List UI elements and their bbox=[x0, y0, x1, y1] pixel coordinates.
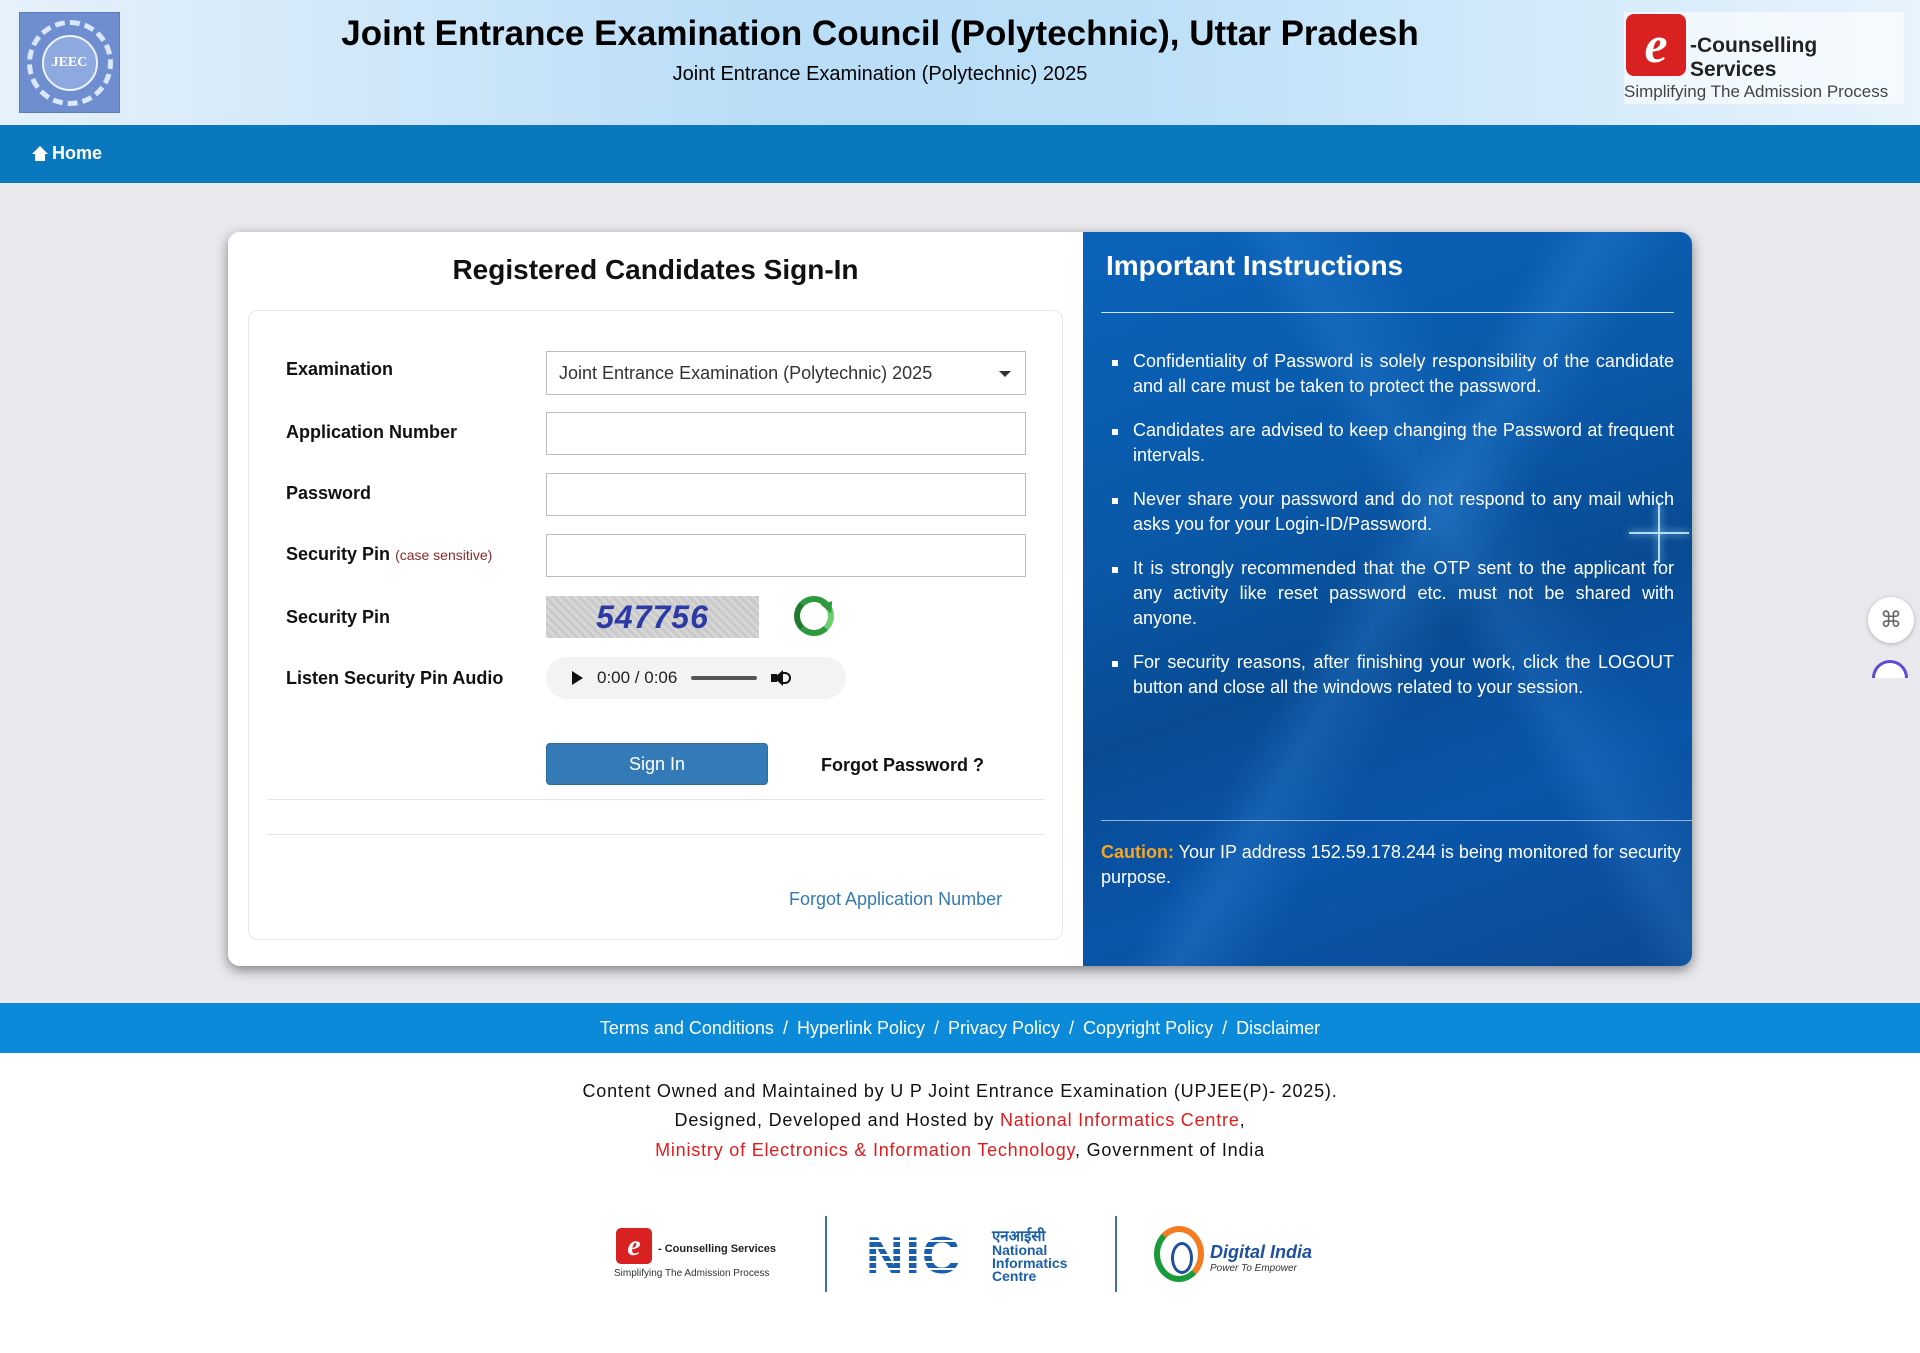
caution-notice: Caution: Your IP address 152.59.178.244 … bbox=[1101, 840, 1692, 890]
e-logo-icon: e bbox=[1626, 14, 1686, 76]
instruction-item: For security reasons, after finishing yo… bbox=[1112, 650, 1674, 700]
divider bbox=[1101, 820, 1692, 821]
privacy-policy-link[interactable]: Privacy Policy bbox=[948, 1018, 1060, 1038]
home-label: Home bbox=[52, 143, 103, 163]
application-number-label: Application Number bbox=[286, 422, 458, 442]
copyright-policy-link[interactable]: Copyright Policy bbox=[1083, 1018, 1213, 1038]
divider bbox=[825, 1216, 827, 1292]
divider bbox=[1115, 1216, 1117, 1292]
footer-e-counselling-logo[interactable]: e - Counselling Services Simplifying The… bbox=[614, 1228, 784, 1283]
signin-panel: Registered Candidates Sign-In Examinatio… bbox=[228, 232, 1083, 966]
caution-label: Caution: bbox=[1101, 842, 1174, 862]
e-logo-icon: e bbox=[616, 1228, 652, 1264]
divider bbox=[1101, 312, 1674, 313]
audio-progress-track[interactable] bbox=[691, 676, 758, 680]
security-pin-input[interactable] bbox=[546, 534, 1026, 577]
audio-pin-label: Listen Security Pin Audio bbox=[286, 668, 504, 688]
footer-nic-logo[interactable]: NIC एनआईसी National Informatics Centre bbox=[866, 1226, 1076, 1286]
password-input[interactable] bbox=[546, 473, 1026, 516]
site-title: Joint Entrance Examination Council (Poly… bbox=[341, 14, 1419, 53]
examination-label: Examination bbox=[286, 359, 394, 379]
signin-title: Registered Candidates Sign-In bbox=[452, 254, 859, 285]
examination-selected-value: Joint Entrance Examination (Polytechnic)… bbox=[559, 363, 933, 383]
forgot-application-number-link[interactable]: Forgot Application Number bbox=[789, 889, 1002, 910]
chevron-down-icon bbox=[999, 371, 1011, 377]
instruction-item: Never share your password and do not res… bbox=[1112, 487, 1674, 537]
meity-link[interactable]: Ministry of Electronics & Information Te… bbox=[655, 1140, 1075, 1160]
signin-button[interactable]: Sign In bbox=[546, 743, 768, 785]
disclaimer-link[interactable]: Disclaimer bbox=[1236, 1018, 1320, 1038]
password-label: Password bbox=[286, 483, 372, 503]
footer-design-text: Designed, Developed and Hosted by Nation… bbox=[674, 1110, 1246, 1130]
home-icon bbox=[32, 145, 48, 162]
home-link[interactable]: Home bbox=[32, 143, 102, 164]
instructions-list: Confidentiality of Password is solely re… bbox=[1112, 349, 1674, 719]
nav-bar: Home bbox=[0, 125, 1920, 183]
footer-links-bar: Terms and Conditions / Hyperlink Policy / Pr… bbox=[0, 1003, 1920, 1053]
terms-link[interactable]: Terms and Conditions bbox=[600, 1018, 774, 1038]
e-counselling-name: -Counselling Services bbox=[1690, 34, 1818, 81]
case-sensitive-note: (case sensitive) bbox=[395, 547, 493, 563]
divider bbox=[267, 799, 1044, 800]
application-number-input[interactable] bbox=[546, 412, 1026, 455]
security-pin-label: Security Pin bbox=[286, 607, 391, 627]
instruction-item: Confidentiality of Password is solely re… bbox=[1112, 349, 1674, 399]
captcha-image: 547756 bbox=[546, 596, 759, 638]
nic-link[interactable]: National Informatics Centre bbox=[1000, 1110, 1240, 1130]
hyperlink-policy-link[interactable]: Hyperlink Policy bbox=[797, 1018, 925, 1038]
site-header: JEEC Joint Entrance Examination Council … bbox=[0, 0, 1920, 125]
security-pin-input-label-text: Security Pin bbox=[286, 544, 391, 564]
footer-ownership-text: Content Owned and Maintained by U P Join… bbox=[582, 1081, 1338, 1101]
volume-icon[interactable] bbox=[771, 670, 792, 686]
audio-player: 0:00 / 0:06 bbox=[546, 657, 846, 699]
examination-select[interactable]: Joint Entrance Examination (Polytechnic)… bbox=[546, 351, 1026, 395]
instructions-title: Important Instructions bbox=[1106, 250, 1404, 281]
e-counselling-tagline: Simplifying The Admission Process bbox=[1624, 82, 1889, 101]
audio-time: 0:00 / 0:06 bbox=[597, 668, 678, 687]
signin-card: Registered Candidates Sign-In Examinatio… bbox=[228, 232, 1692, 966]
instruction-item: It is strongly recommended that the OTP … bbox=[1112, 556, 1674, 631]
footer-digital-india-logo[interactable]: Digital India Power To Empower bbox=[1154, 1226, 1324, 1286]
caution-text: Your IP address 152.59.178.244 is being … bbox=[1101, 842, 1681, 887]
accessibility-widget-button[interactable]: ⌘ bbox=[1868, 597, 1914, 643]
signin-form: Examination Joint Entrance Examination (… bbox=[248, 310, 1063, 940]
security-pin-input-label: Security Pin (case sensitive) bbox=[286, 544, 492, 565]
e-counselling-logo: e -Counselling Services Simplifying The … bbox=[1624, 12, 1904, 104]
digital-india-icon bbox=[1154, 1226, 1204, 1282]
refresh-captcha-icon[interactable] bbox=[794, 596, 834, 636]
forgot-password-link[interactable]: Forgot Password ? bbox=[821, 755, 984, 776]
play-icon[interactable] bbox=[572, 671, 583, 685]
instructions-panel: Important Instructions Confidentiality o… bbox=[1083, 232, 1692, 966]
instruction-item: Candidates are advised to keep changing … bbox=[1112, 418, 1674, 468]
site-subtitle: Joint Entrance Examination (Polytechnic)… bbox=[672, 63, 1088, 85]
divider bbox=[267, 834, 1044, 835]
chat-widget-icon[interactable] bbox=[1862, 654, 1912, 678]
footer-ministry-text: Ministry of Electronics & Information Te… bbox=[655, 1140, 1265, 1160]
